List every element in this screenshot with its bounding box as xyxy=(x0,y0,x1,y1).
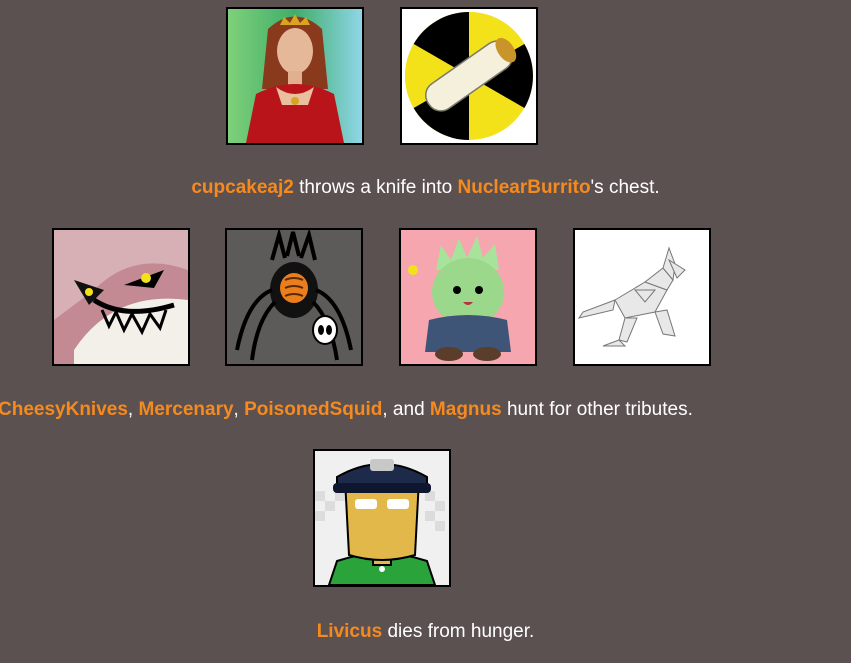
tribute-name: Livicus xyxy=(316,621,383,642)
event-text-1: cupcakeaj2 throws a knife into NuclearBu… xyxy=(0,177,851,199)
lowpoly-kangaroo-icon xyxy=(575,230,709,364)
queen-portrait-icon xyxy=(228,9,362,143)
event-text: , xyxy=(127,399,139,420)
event-text: throws a knife into xyxy=(293,177,458,198)
event-feed: cupcakeaj2 throws a knife into NuclearBu… xyxy=(0,0,851,663)
radioactive-burrito-icon xyxy=(402,9,536,143)
spider-creature-icon xyxy=(227,230,361,364)
avatar-mercenary xyxy=(225,228,363,366)
avatar-cheesyknives xyxy=(52,228,190,366)
police-cap-character-icon xyxy=(315,451,449,585)
tribute-name: CheesyKnives xyxy=(0,399,128,420)
tribute-name: PoisonedSquid xyxy=(244,399,383,420)
event-text: hunt for other tributes. xyxy=(501,399,693,420)
event-text: 's chest. xyxy=(590,177,660,198)
green-haired-character-icon xyxy=(401,230,535,364)
tribute-name: cupcakeaj2 xyxy=(191,177,294,198)
event-text: dies from hunger. xyxy=(382,621,535,642)
grinning-monster-icon xyxy=(54,230,188,364)
event-text: , xyxy=(233,399,245,420)
tribute-name: Magnus xyxy=(429,399,502,420)
avatar-cupcakeaj2 xyxy=(226,7,364,145)
avatar-poisonedsquid xyxy=(399,228,537,366)
avatar-livicus xyxy=(313,449,451,587)
avatar-nuclearburrito xyxy=(400,7,538,145)
event-text-2: CheesyKnives, Mercenary, PoisonedSquid, … xyxy=(0,399,849,421)
avatar-magnus xyxy=(573,228,711,366)
tribute-name: Mercenary xyxy=(138,399,234,420)
event-text-3: Livicus dies from hunger. xyxy=(0,621,851,643)
tribute-name: NuclearBurrito xyxy=(457,177,591,198)
event-text: , and xyxy=(382,399,430,420)
